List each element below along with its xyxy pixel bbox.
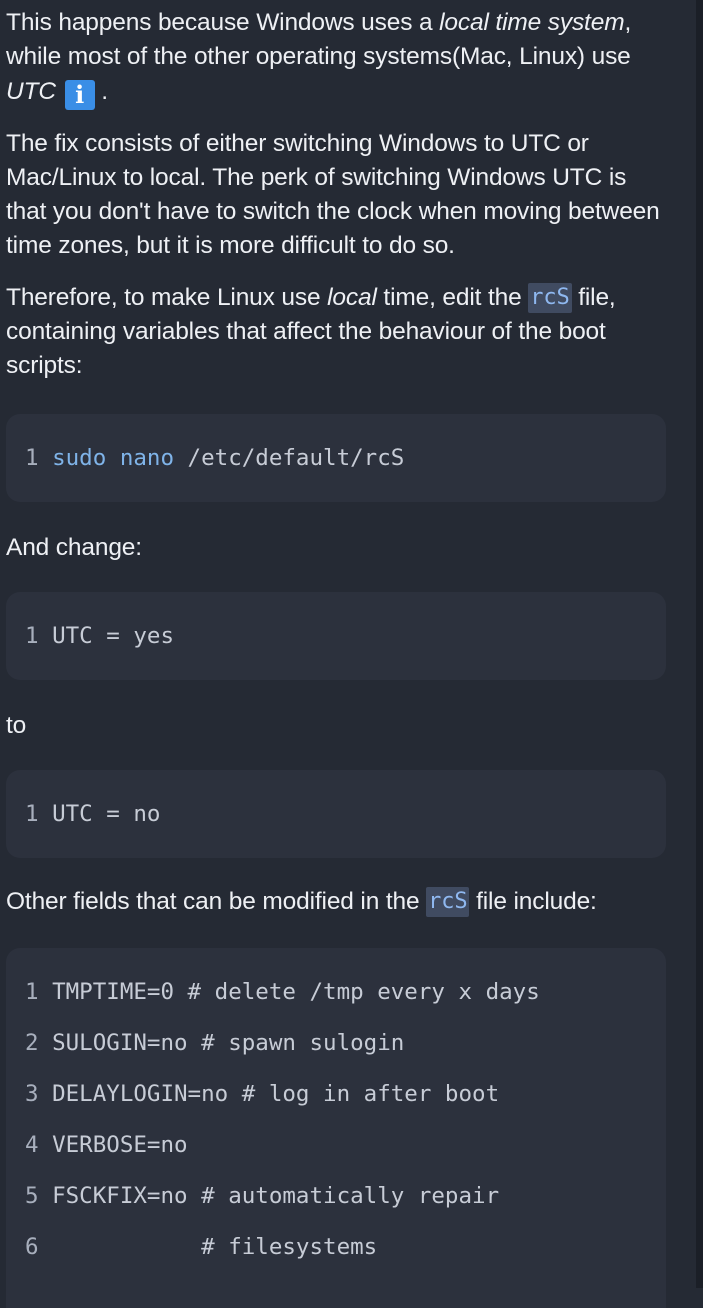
- line-number: 1: [25, 445, 39, 471]
- code-line: 1 UTC = no: [25, 799, 160, 829]
- line-number: 1: [25, 979, 39, 1005]
- code-text: # filesystems: [52, 1234, 378, 1260]
- line-number: 1: [25, 623, 39, 649]
- code-block-utc-yes[interactable]: 1 UTC = yes: [6, 592, 666, 680]
- therefore-paragraph: Therefore, to make Linux use local time,…: [6, 282, 616, 380]
- line-number: 2: [25, 1030, 39, 1056]
- info-icon[interactable]: i: [64, 79, 95, 110]
- line-number: 4: [25, 1132, 39, 1158]
- code-block-nano-command[interactable]: 1 sudo nano /etc/default/rcS: [6, 414, 666, 502]
- code-text: VERBOSE=no: [52, 1132, 188, 1158]
- code-block-rcs-fields[interactable]: 1 TMPTIME=0 # delete /tmp every x days 2…: [6, 948, 666, 1308]
- inline-code-rcs: rcS: [528, 282, 572, 313]
- code-block-utc-no[interactable]: 1 UTC = no: [6, 770, 666, 858]
- page: { "intro": { "part1": "This happens beca…: [0, 0, 703, 1308]
- line-number: 5: [25, 1183, 39, 1209]
- to-label: to: [6, 712, 27, 739]
- nano-keyword: nano: [119, 445, 175, 471]
- code-text: DELAYLOGIN=no # log in after boot: [52, 1081, 500, 1107]
- code-line: 3 DELAYLOGIN=no # log in after boot: [25, 1079, 499, 1109]
- code-text: TMPTIME=0 # delete /tmp every x days: [52, 979, 540, 1005]
- line-number: 6: [25, 1234, 39, 1260]
- code-line: 6 # filesystems: [25, 1232, 377, 1262]
- intro-paragraph: This happens because Windows uses a loca…: [6, 9, 632, 110]
- code-line: 5 FSCKFIX=no # automatically repair: [25, 1181, 499, 1211]
- code-line: 2 SULOGIN=no # spawn sulogin: [25, 1028, 404, 1058]
- fix-paragraph: The fix consists of either switching Win…: [6, 129, 660, 260]
- code-text: UTC = no: [52, 801, 161, 827]
- line-number: 1: [25, 801, 39, 827]
- code-text: SULOGIN=no # spawn sulogin: [52, 1030, 405, 1056]
- other-fields-paragraph: Other fields that can be modified in the…: [6, 887, 597, 917]
- scrollbar-track[interactable]: [696, 0, 703, 1288]
- article-content: This happens because Windows uses a loca…: [6, 6, 668, 384]
- inline-code-rcs: rcS: [426, 887, 470, 917]
- line-number: 3: [25, 1081, 39, 1107]
- code-text: UTC = yes: [52, 623, 175, 649]
- code-line: 4 VERBOSE=no: [25, 1130, 188, 1160]
- and-change-label: And change:: [6, 534, 142, 561]
- code-line: 1 sudo nano /etc/default/rcS: [25, 443, 404, 473]
- code-text: FSCKFIX=no # automatically repair: [52, 1183, 500, 1209]
- code-line: 1 UTC = yes: [25, 621, 174, 651]
- code-line: 1 TMPTIME=0 # delete /tmp every x days: [25, 977, 540, 1007]
- sudo-keyword: sudo: [52, 445, 107, 471]
- command-path: /etc/default/rcS: [174, 445, 405, 471]
